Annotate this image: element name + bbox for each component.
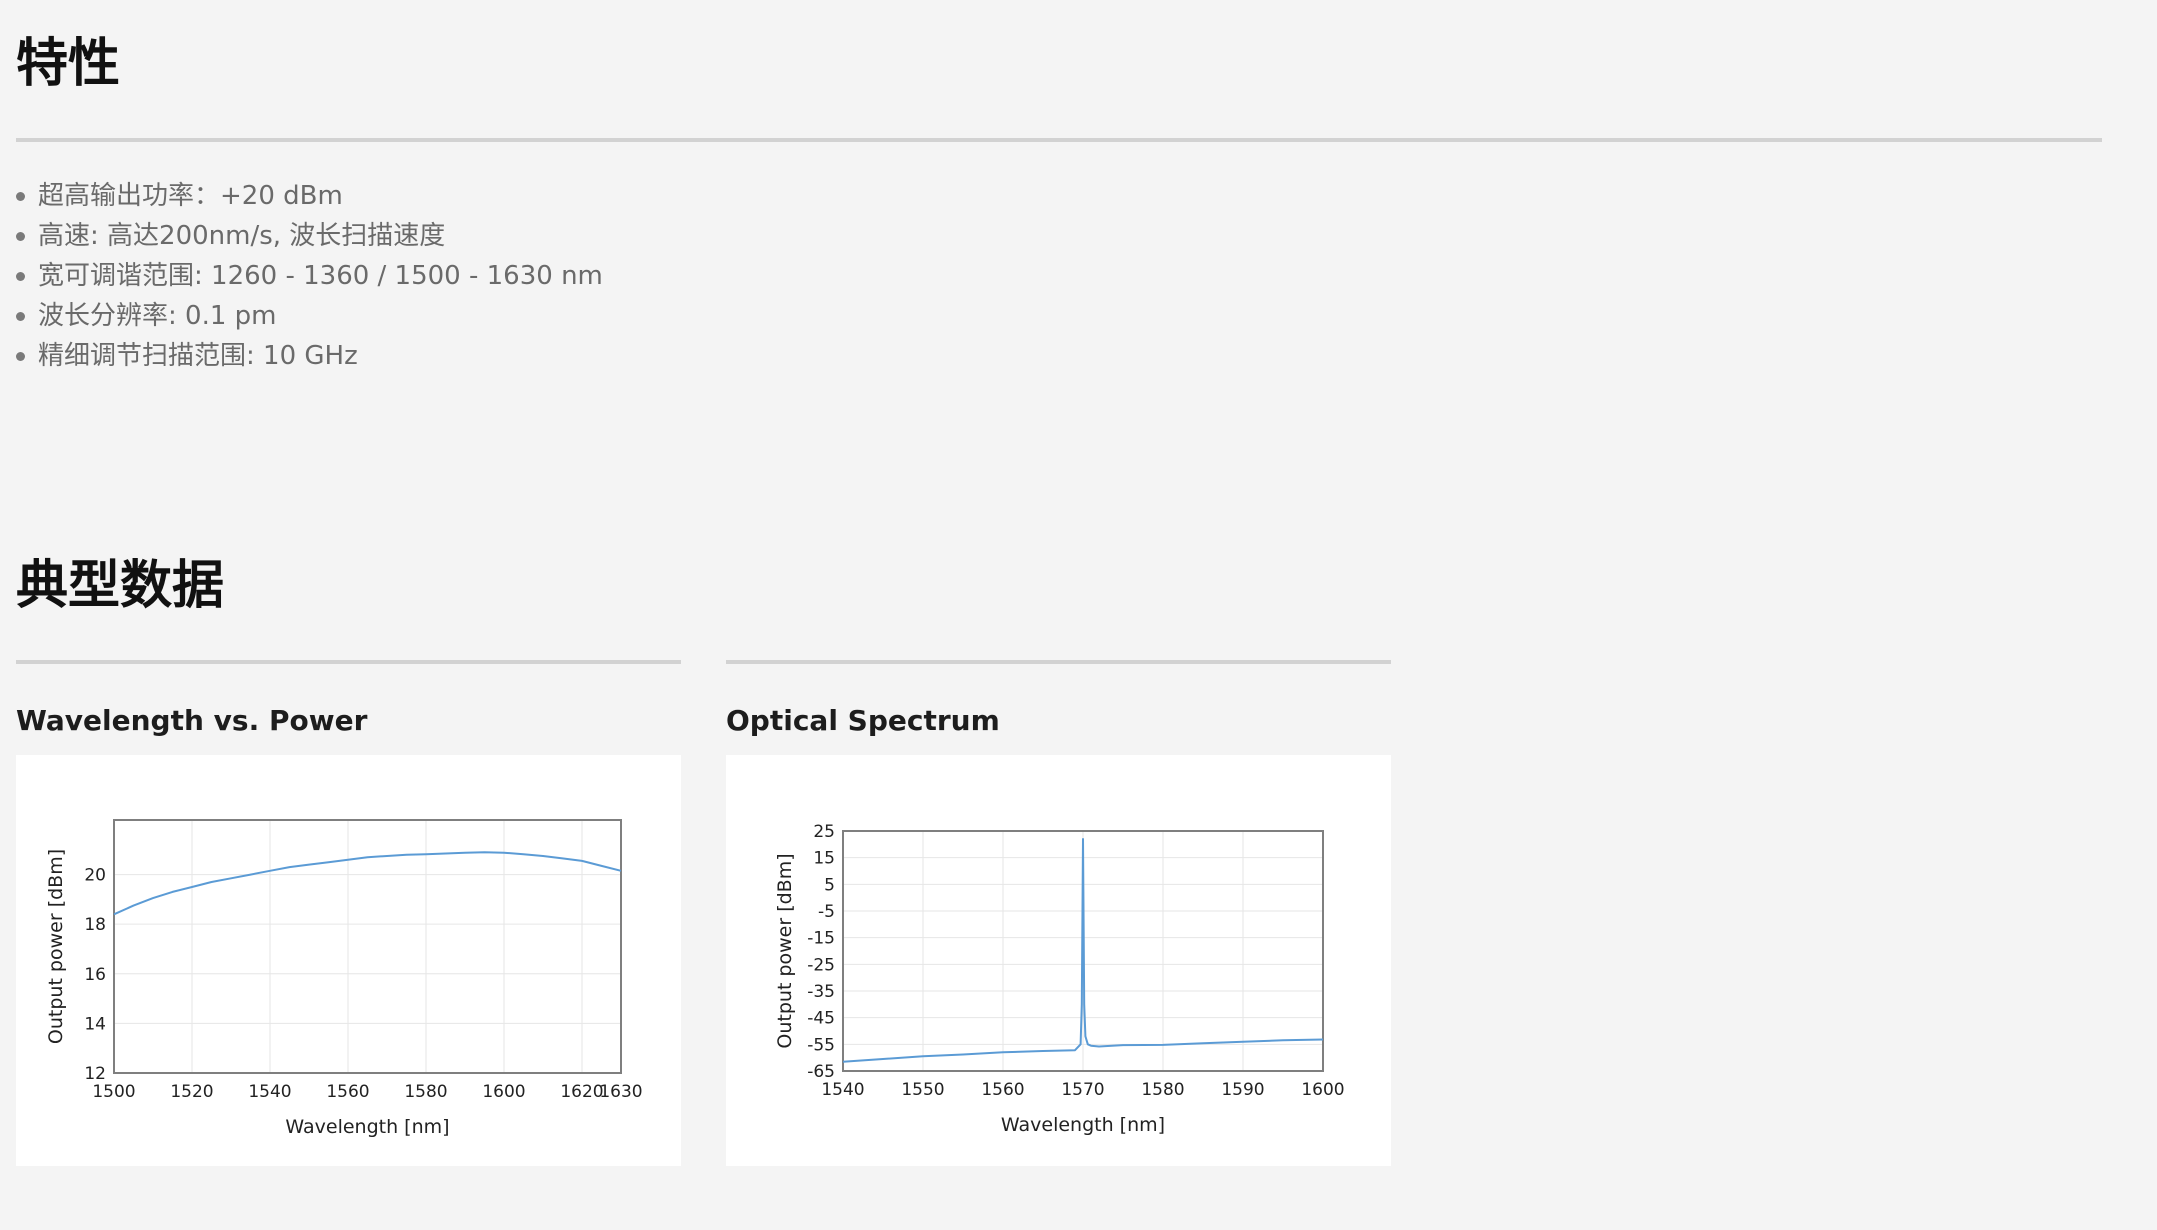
- y-tick-label: 20: [84, 866, 106, 886]
- features-heading: 特性: [16, 34, 121, 94]
- x-tick-label: 1590: [1221, 1080, 1264, 1100]
- x-tick-label: 1580: [1141, 1080, 1184, 1100]
- x-tick-label: 1540: [821, 1080, 864, 1100]
- card2-divider: [726, 660, 1391, 664]
- x-tick-label: 1600: [482, 1082, 525, 1102]
- x-tick-label: 1550: [901, 1080, 944, 1100]
- y-tick-label: 5: [824, 875, 835, 895]
- x-axis-label: Wavelength [nm]: [285, 1116, 449, 1138]
- x-tick-label: 1620: [560, 1082, 603, 1102]
- card2-title: Optical Spectrum: [726, 704, 1000, 737]
- typical-data-heading: 典型数据: [16, 556, 225, 616]
- y-tick-label: -35: [807, 982, 835, 1002]
- y-tick-label: -15: [807, 929, 835, 949]
- series-line: [113, 851, 622, 916]
- x-tick-label: 1600: [1301, 1080, 1344, 1100]
- y-tick-label: 14: [84, 1014, 106, 1034]
- features-list: 超高输出功率：+20 dBm 高速: 高达200nm/s, 波长扫描速度 宽可调…: [16, 176, 603, 376]
- wavelength-power-chart: 1500 1520 1540 1560 1580 1600 16201630 12 14 16 18…: [45, 819, 643, 1138]
- x-tick-label: 1560: [326, 1082, 369, 1102]
- wavelength-power-card: 1500 1520 1540 1560 1580 1600 1620 1630 12 14 16 18…: [16, 755, 681, 1166]
- x-tick-label: 1570: [1061, 1080, 1104, 1100]
- y-tick-label: 16: [84, 965, 106, 985]
- optical-spectrum-chart: 1540 1550 1560 1570 1580 1590 1600 25 15 5 -5 -15 -2…: [774, 822, 1345, 1136]
- y-axis-label: Output power [dBm]: [774, 853, 796, 1048]
- features-divider: [16, 138, 2102, 142]
- card1-title: Wavelength vs. Power: [16, 704, 368, 737]
- y-tick-label: 18: [84, 915, 106, 935]
- x-tick-label: 1630: [599, 1082, 642, 1102]
- y-axis-label: Output power [dBm]: [45, 849, 67, 1044]
- feature-item: 精细调节扫描范围: 10 GHz: [16, 336, 603, 376]
- y-tick-label: 15: [813, 849, 835, 869]
- y-tick-label: -45: [807, 1009, 835, 1029]
- feature-item: 高速: 高达200nm/s, 波长扫描速度: [16, 216, 603, 256]
- x-axis-label: Wavelength [nm]: [1001, 1114, 1165, 1136]
- x-tick-label: 1580: [404, 1082, 447, 1102]
- x-tick-label: 1560: [981, 1080, 1024, 1100]
- y-tick-label: -5: [818, 902, 835, 922]
- feature-item: 波长分辨率: 0.1 pm: [16, 296, 603, 336]
- feature-item: 超高输出功率：+20 dBm: [16, 176, 603, 216]
- y-tick-label: 12: [84, 1064, 106, 1084]
- optical-spectrum-card: 1540 1550 1560 1570 1580 1590 1600 25 15 5 -5 -15 -2…: [726, 755, 1391, 1166]
- y-tick-label: -25: [807, 955, 835, 975]
- feature-item: 宽可调谐范围: 1260 - 1360 / 1500 - 1630 nm: [16, 256, 603, 296]
- page: 特性 超高输出功率：+20 dBm 高速: 高达200nm/s, 波长扫描速度 …: [0, 0, 2157, 1230]
- y-tick-label: 25: [813, 822, 835, 842]
- y-tick-label: -65: [807, 1062, 835, 1082]
- x-tick-label: 1520: [170, 1082, 213, 1102]
- card1-divider: [16, 660, 681, 664]
- x-tick-label: 1540: [248, 1082, 291, 1102]
- x-tick-label: 1500: [92, 1082, 135, 1102]
- y-tick-label: -55: [807, 1035, 835, 1055]
